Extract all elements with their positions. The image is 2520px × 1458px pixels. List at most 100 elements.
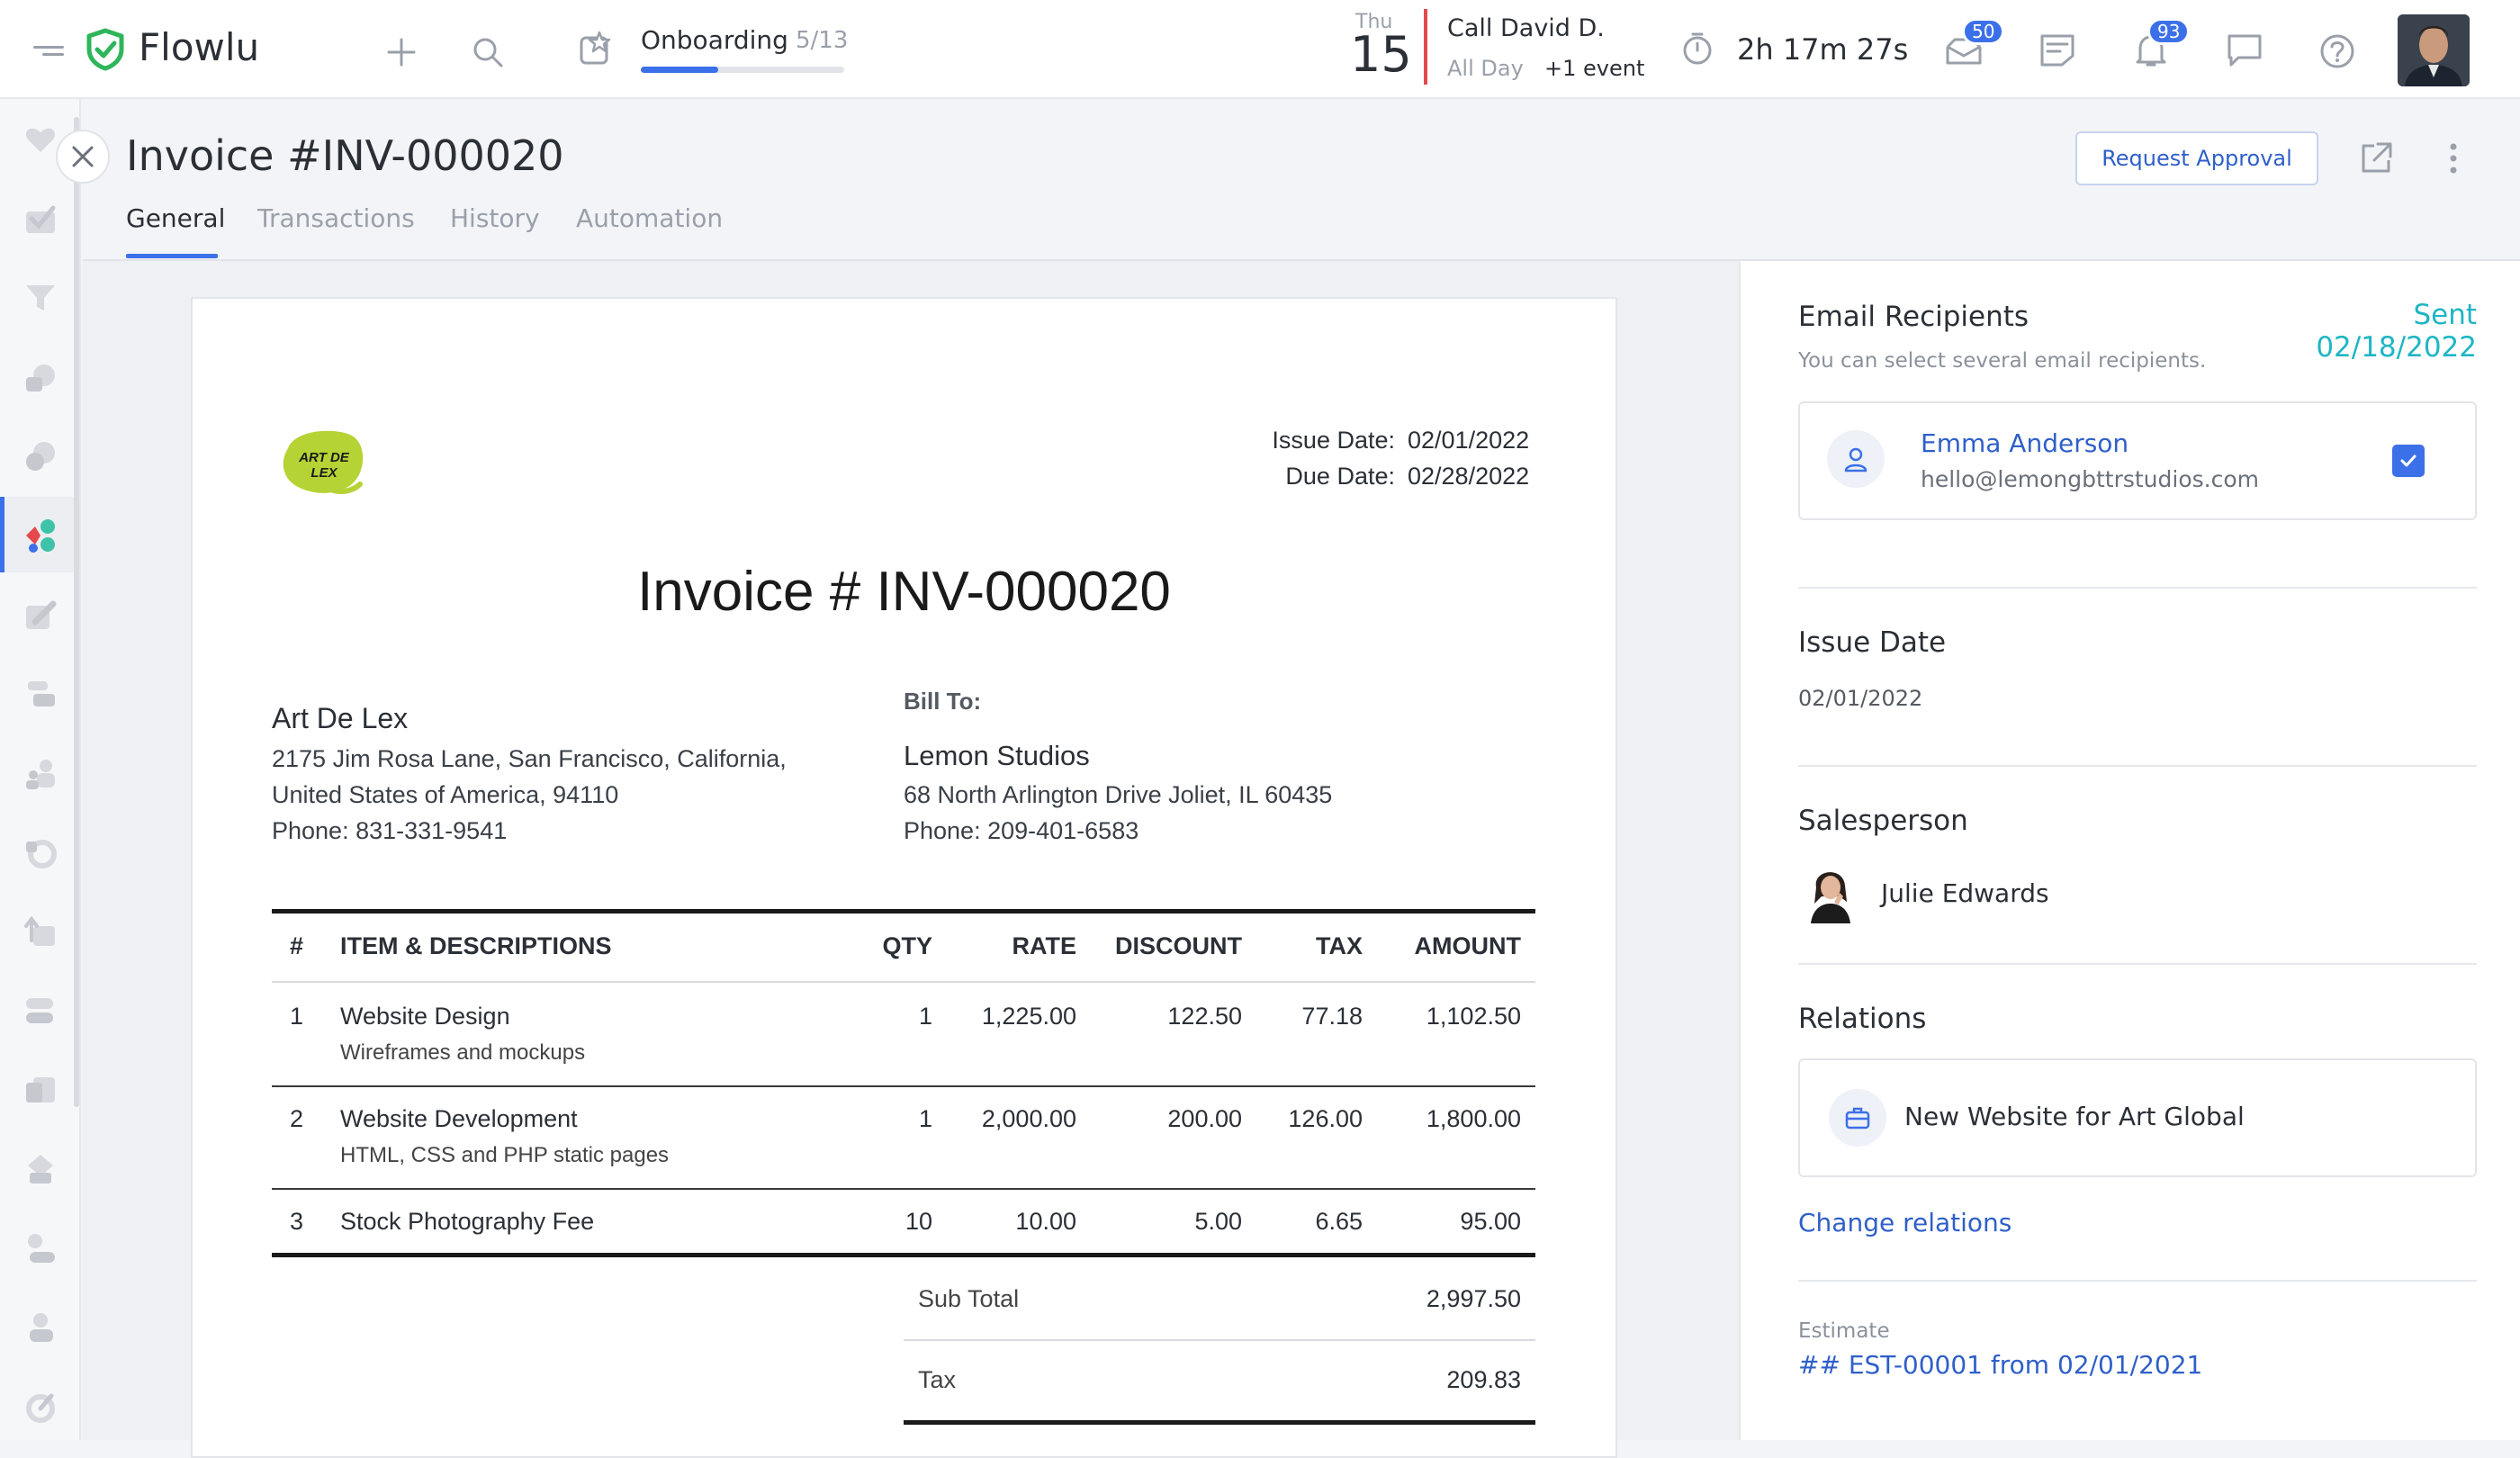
sidebar-item-reports[interactable] — [16, 986, 65, 1035]
recipient-card[interactable] — [1798, 401, 2477, 520]
issue-date-field[interactable]: 02/01/2022 — [1798, 686, 1922, 711]
sidebar-item-library[interactable] — [16, 1066, 65, 1114]
row3-item: Stock Photography Fee — [340, 1208, 595, 1235]
timer-value[interactable]: 2h 17m 27s — [1737, 32, 1908, 67]
timer-icon[interactable] — [1678, 29, 1717, 68]
sidebar-scrollbar[interactable] — [74, 117, 79, 1107]
help-icon[interactable] — [2317, 31, 2358, 72]
chat-icon[interactable] — [2223, 31, 2266, 70]
table-bottom-rule — [272, 1253, 1535, 1257]
menu-collapse-icon[interactable] — [32, 34, 65, 67]
sidebar-item-products[interactable] — [16, 1145, 65, 1193]
row2-rule — [272, 1188, 1535, 1190]
left-sidebar — [0, 99, 81, 1440]
app-name[interactable]: Flowlu — [139, 25, 259, 69]
more-options-icon[interactable] — [2435, 137, 2471, 180]
onboarding-count: 5/13 — [796, 27, 849, 54]
sidebar-item-mail[interactable] — [16, 828, 65, 877]
col-tax: TAX — [1316, 932, 1363, 959]
row2-item: Website Development — [340, 1105, 578, 1132]
sidebar-item-invoices[interactable] — [16, 511, 65, 560]
close-button[interactable] — [56, 130, 110, 184]
event-title[interactable]: Call David D. — [1447, 14, 1605, 42]
tab-history[interactable]: History — [450, 203, 540, 233]
panel-separator-1 — [1798, 587, 2477, 589]
bill-to-label: Bill To: — [904, 688, 982, 715]
salesperson-title: Salesperson — [1798, 805, 1968, 837]
relation-name[interactable]: New Website for Art Global — [1904, 1102, 2245, 1131]
event-more[interactable]: +1 event — [1544, 56, 1644, 81]
relations-title: Relations — [1798, 1003, 1927, 1035]
row2-qty: 1 — [918, 1105, 932, 1132]
sidebar-item-settings[interactable] — [16, 1382, 65, 1431]
notes-icon[interactable] — [2036, 31, 2079, 70]
event-divider — [1424, 9, 1427, 85]
from-name: Art De Lex — [272, 702, 409, 734]
request-approval-button[interactable]: Request Approval — [2075, 131, 2318, 185]
totals-bottom-rule — [904, 1420, 1535, 1425]
tab-general[interactable]: General — [126, 203, 225, 233]
email-recipients-hint: You can select several email recipients. — [1798, 349, 2207, 373]
briefcase-icon — [1845, 1107, 1870, 1130]
search-icon[interactable] — [468, 32, 508, 72]
salesperson-avatar[interactable] — [1804, 860, 1858, 923]
change-relations-link[interactable]: Change relations — [1798, 1208, 2012, 1238]
col-rate: RATE — [1012, 932, 1077, 959]
sidebar-item-tasks[interactable] — [16, 194, 65, 243]
sidebar-item-knowledge[interactable] — [16, 590, 65, 639]
recipient-name[interactable]: Emma Anderson — [1921, 428, 2128, 458]
from-address-line2: United States of America, 94110 — [272, 781, 619, 808]
sidebar-item-agile[interactable] — [16, 670, 65, 718]
mail-badge: 50 — [1962, 18, 2005, 45]
calendar-date[interactable]: 15 — [1350, 31, 1412, 79]
row1-discount: 122.50 — [1167, 1003, 1242, 1030]
top-bar: Flowlu Onboarding 5/13 Thu 15 Call David… — [0, 0, 2520, 99]
tab-transactions[interactable]: Transactions — [257, 203, 415, 233]
sidebar-item-team[interactable] — [16, 749, 65, 797]
panel-separator-3 — [1798, 963, 2477, 965]
add-icon[interactable] — [382, 32, 421, 72]
close-icon — [72, 146, 94, 167]
row3-rate: 10.00 — [1015, 1208, 1076, 1235]
subtotal-value: 2,997.50 — [1426, 1285, 1521, 1312]
onboarding-label[interactable]: Onboarding — [641, 25, 788, 55]
salesperson-name[interactable]: Julie Edwards — [1881, 878, 2049, 908]
row1-desc: Wireframes and mockups — [340, 1040, 586, 1065]
onboarding-icon[interactable] — [576, 27, 619, 70]
row3-discount: 5.00 — [1194, 1208, 1242, 1235]
row3-amount: 95.00 — [1460, 1208, 1521, 1235]
sidebar-item-documents[interactable] — [16, 907, 65, 956]
row3-number: 3 — [290, 1208, 304, 1235]
row1-tax: 77.18 — [1301, 1003, 1363, 1030]
col-amount: AMOUNT — [1414, 932, 1521, 959]
row2-rate: 2,000.00 — [981, 1105, 1076, 1132]
notifications-badge: 93 — [2147, 18, 2191, 45]
sidebar-item-customers[interactable] — [16, 1224, 65, 1273]
estimate-link[interactable]: ## EST-00001 from 02/01/2021 — [1798, 1350, 2202, 1380]
tab-automation[interactable]: Automation — [576, 203, 723, 233]
tab-general-underline — [126, 254, 218, 258]
recipient-checkbox[interactable] — [2392, 445, 2425, 477]
invoice-document — [191, 297, 1617, 1458]
sidebar-item-users[interactable] — [16, 1303, 65, 1352]
row2-discount: 200.00 — [1167, 1105, 1242, 1132]
sidebar-item-finance[interactable] — [16, 432, 65, 481]
row1-qty: 1 — [918, 1003, 932, 1030]
recipient-avatar — [1827, 430, 1885, 488]
flowlu-logo-icon[interactable] — [83, 27, 128, 72]
sidebar-item-projects[interactable] — [16, 353, 65, 401]
to-name: Lemon Studios — [904, 740, 1090, 771]
onboarding-progress-track — [641, 67, 844, 73]
sidebar-item-crm[interactable] — [16, 274, 65, 322]
from-phone: Phone: 831-331-9541 — [272, 817, 508, 844]
issue-date-label: Issue Date: — [1272, 427, 1395, 454]
open-external-icon[interactable] — [2354, 137, 2398, 180]
user-avatar[interactable] — [2398, 14, 2470, 86]
panel-separator-2 — [1798, 765, 2477, 767]
row1-item: Website Design — [340, 1003, 510, 1030]
table-top-rule — [272, 909, 1535, 914]
relation-avatar — [1829, 1089, 1886, 1147]
onboarding-progress-fill — [641, 67, 718, 73]
col-qty: QTY — [882, 932, 932, 959]
row3-tax: 6.65 — [1315, 1208, 1363, 1235]
